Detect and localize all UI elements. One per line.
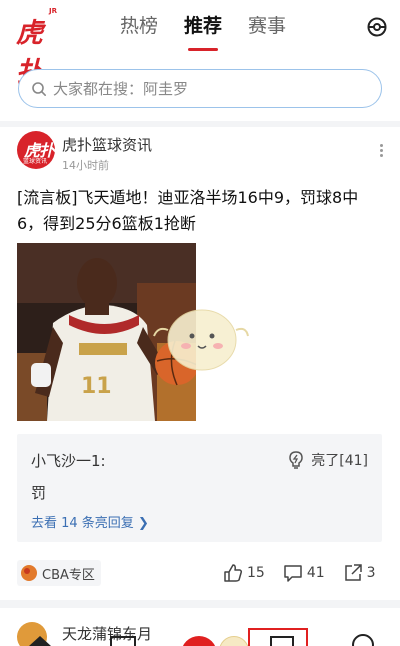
svg-text:11: 11 (81, 374, 112, 399)
bottom-nav (0, 628, 400, 646)
cba-zone-tag[interactable]: CBA专区 (17, 560, 101, 586)
share-count: 3 (366, 565, 376, 581)
comment-like[interactable]: 亮了[41] (286, 450, 368, 470)
like-button[interactable]: 15 (223, 563, 265, 583)
section-divider (0, 600, 400, 608)
like-count: 15 (247, 565, 265, 581)
nav-center-red-icon[interactable] (181, 636, 217, 646)
section-divider (0, 121, 400, 127)
tag-label: CBA专区 (42, 567, 95, 583)
share-icon (344, 564, 362, 581)
logo-sup: JR (49, 7, 57, 15)
search-icon (32, 81, 46, 96)
comment-body: 罚 (31, 484, 47, 502)
post-headline[interactable]: [流言板]飞天遁地！迪亚洛半场16中9，罚球8中6，得到25分6篮板1抢断 (17, 185, 383, 237)
nav-home-icon[interactable] (27, 628, 53, 646)
search-placeholder: 大家都在搜：阿圭罗 (53, 80, 189, 98)
nav-community-icon[interactable] (108, 628, 136, 646)
tab-games[interactable]: 赛事 (248, 14, 286, 48)
post-time: 14小时前 (62, 159, 109, 172)
comment-count: 41 (306, 565, 325, 581)
lightbulb-icon (289, 451, 304, 469)
comment-like-count: 亮了[41] (311, 453, 368, 469)
hot-comment-card[interactable]: 小飞沙一1: 亮了[41] 罚 去看 14 条亮回复 ❯ (17, 434, 382, 542)
author-avatar[interactable]: 虎扑 篮球资讯 (17, 131, 55, 169)
search-bar[interactable]: 大家都在搜：阿圭罗 (18, 69, 382, 108)
nav-post-icon[interactable] (248, 628, 308, 646)
top-tabs: 热榜 推荐 赛事 (120, 14, 286, 51)
tab-recommend[interactable]: 推荐 (184, 14, 222, 51)
comment-button[interactable]: 41 (283, 563, 325, 583)
hupu-logo[interactable]: 虎扑 JR (16, 7, 60, 88)
tab-hot[interactable]: 热榜 (120, 14, 158, 48)
top-bar: 虎扑 JR 热榜 推荐 赛事 (0, 0, 400, 88)
basketball-icon (21, 565, 37, 581)
more-options-icon[interactable] (376, 142, 386, 160)
comment-icon (284, 565, 302, 582)
nav-mascot-icon[interactable] (219, 636, 249, 646)
pokeball-icon[interactable] (366, 16, 388, 38)
view-replies-link[interactable]: 去看 14 条亮回复 ❯ (31, 512, 149, 531)
author-name[interactable]: 虎扑篮球资讯 (62, 134, 152, 155)
post-actions: 15 41 3 (223, 560, 376, 586)
avatar-subtext: 篮球资讯 (23, 158, 48, 165)
share-button[interactable]: 3 (343, 563, 376, 583)
mascot-sticker[interactable] (150, 296, 250, 376)
nav-profile-icon[interactable] (348, 628, 374, 646)
comment-user[interactable]: 小飞沙一1: (31, 450, 106, 471)
thumbs-up-icon (224, 564, 243, 582)
